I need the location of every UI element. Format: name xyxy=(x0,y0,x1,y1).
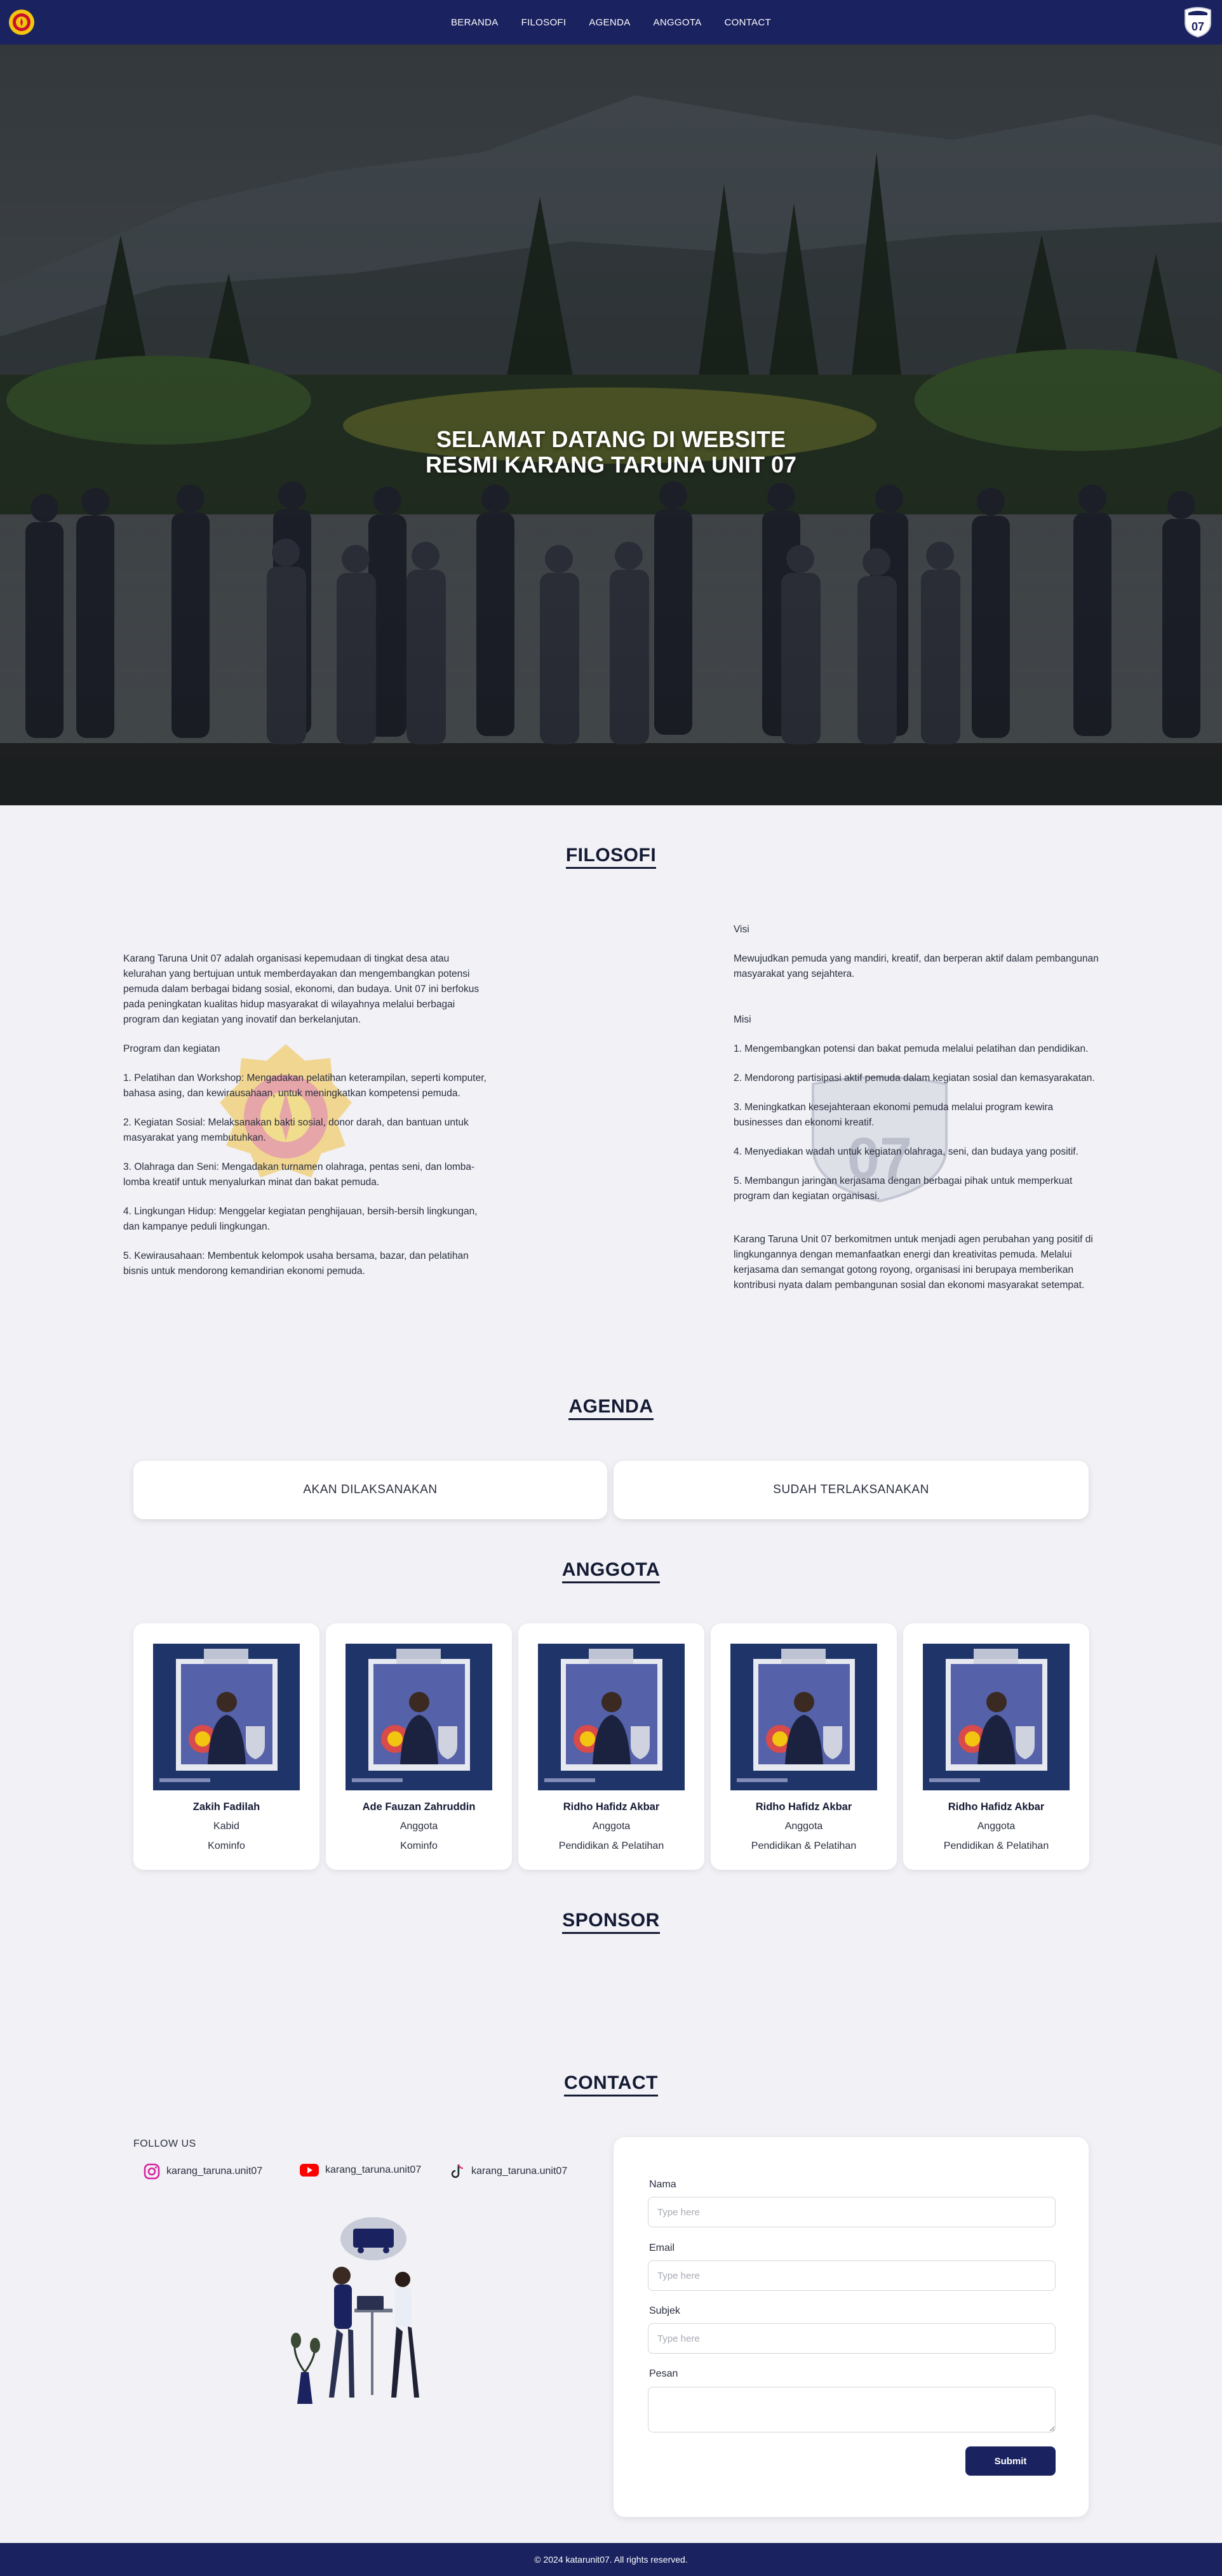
member-name: Ridho Hafidz Akbar xyxy=(948,1801,1045,1813)
sponsor-section-title: SPONSOR xyxy=(0,1910,1222,1934)
social-youtube-link[interactable]: karang_taruna.unit07 xyxy=(300,2163,421,2177)
filosofi-intro: Karang Taruna Unit 07 adalah organisasi … xyxy=(123,953,480,1025)
social-instagram-link[interactable]: karang_taruna.unit07 xyxy=(144,2163,262,2180)
filosofi-about-column: Karang Taruna Unit 07 adalah organisasi … xyxy=(123,951,492,1293)
misi-item: 4. Menyediakan wadah untuk kegiatan olah… xyxy=(734,1146,1078,1157)
member-photo xyxy=(923,1644,1070,1790)
program-heading: Program dan kegiatan xyxy=(123,1043,220,1054)
contact-form: Nama Email Subjek Pesan Submit xyxy=(614,2137,1089,2517)
member-card[interactable]: Ridho Hafidz Akbar Anggota Pendidikan & Pe… xyxy=(711,1623,897,1870)
nav-link-anggota[interactable]: ANGGOTA xyxy=(654,17,702,28)
member-card[interactable]: Zakih Fadilah Kabid Kominfo xyxy=(133,1623,319,1870)
main-nav: BERANDA FILOSOFI AGENDA ANGGOTA CONTACT xyxy=(0,0,1222,44)
nav-link-filosofi[interactable]: FILOSOFI xyxy=(521,17,567,28)
program-item: 4. Lingkungan Hidup: Menggelar kegiatan … xyxy=(123,1206,478,1232)
nav-link-beranda[interactable]: BERANDA xyxy=(451,17,499,28)
filosofi-heading: FILOSOFI xyxy=(565,845,657,869)
sponsor-heading: SPONSOR xyxy=(562,1910,660,1934)
member-role: Kabid xyxy=(213,1821,239,1832)
member-division: Pendidikan & Pelatihan xyxy=(943,1841,1049,1851)
member-photo xyxy=(346,1644,492,1790)
member-photo xyxy=(730,1644,877,1790)
tiktok-icon xyxy=(451,2164,464,2178)
instagram-icon xyxy=(144,2163,160,2180)
agenda-heading: AGENDA xyxy=(568,1396,654,1420)
instagram-handle: karang_taruna.unit07 xyxy=(166,2166,263,2177)
visi-text: Mewujudkan pemuda yang mandiri, kreatif,… xyxy=(734,953,1099,979)
anggota-heading: ANGGOTA xyxy=(561,1559,661,1583)
anggota-section-title: ANGGOTA xyxy=(0,1559,1222,1583)
member-division: Pendidikan & Pelatihan xyxy=(751,1841,857,1851)
hero-title: SELAMAT DATANG DI WEBSITE RESMI KARANG T… xyxy=(425,426,796,478)
agenda-upcoming-tab[interactable]: AKAN DILAKSANAKAN xyxy=(133,1461,607,1519)
email-input[interactable] xyxy=(648,2260,1056,2291)
footer-copyright: © 2024 katarunit07. All rights reserved. xyxy=(534,2554,688,2565)
hero-banner: SELAMAT DATANG DI WEBSITE RESMI KARANG T… xyxy=(0,44,1222,805)
member-role: Anggota xyxy=(977,1821,1016,1832)
misi-item: 5. Membangun jaringan kerjasama dengan b… xyxy=(734,1176,1073,1202)
member-name: Ridho Hafidz Akbar xyxy=(755,1801,852,1813)
misi-item: 2. Mendorong partisipasi aktif pemuda da… xyxy=(734,1073,1095,1083)
filosofi-closing: Karang Taruna Unit 07 berkomitmen untuk … xyxy=(734,1234,1093,1291)
misi-item: 3. Meningkatkan kesejahteraan ekonomi pe… xyxy=(734,1102,1054,1128)
name-input[interactable] xyxy=(648,2197,1056,2227)
hero-group-photo xyxy=(0,44,1222,805)
member-photo xyxy=(538,1644,685,1790)
footer: © 2024 katarunit07. All rights reserved. xyxy=(0,2543,1222,2576)
subject-input[interactable] xyxy=(648,2323,1056,2354)
follow-us-label: FOLLOW US xyxy=(133,2138,196,2149)
program-item: 3. Olahraga dan Seni: Mengadakan turname… xyxy=(123,1162,475,1188)
program-item: 5. Kewirausahaan: Membentuk kelompok usa… xyxy=(123,1251,469,1277)
nav-link-contact[interactable]: CONTACT xyxy=(725,17,771,28)
contact-heading: CONTACT xyxy=(564,2072,658,2096)
member-role: Anggota xyxy=(399,1821,438,1832)
filosofi-section-title: FILOSOFI xyxy=(0,845,1222,869)
member-photo xyxy=(153,1644,300,1790)
youtube-handle: karang_taruna.unit07 xyxy=(325,2164,422,2175)
member-name: Ade Fauzan Zahruddin xyxy=(362,1801,476,1813)
member-card[interactable]: Ridho Hafidz Akbar Anggota Pendidikan & Pe… xyxy=(518,1623,704,1870)
member-name: Zakih Fadilah xyxy=(192,1801,260,1813)
message-textarea[interactable] xyxy=(648,2387,1056,2432)
youtube-icon xyxy=(300,2164,319,2177)
member-division: Kominfo xyxy=(400,1841,438,1851)
program-item: 1. Pelatihan dan Workshop: Mengadakan pe… xyxy=(123,1073,487,1099)
contact-section-title: CONTACT xyxy=(0,2072,1222,2096)
social-tiktok-link[interactable]: karang_taruna.unit07 xyxy=(450,2163,567,2180)
submit-button[interactable]: Submit xyxy=(965,2446,1056,2476)
program-item: 2. Kegiatan Sosial: Melaksanakan bakti s… xyxy=(123,1117,469,1143)
tiktok-handle: karang_taruna.unit07 xyxy=(471,2166,568,2177)
logo-07-text: 07 xyxy=(1192,20,1204,33)
unit07-shield-logo[interactable]: 07 xyxy=(1183,6,1213,38)
filosofi-vision-mission-column: Visi Mewujudkan pemuda yang mandiri, kre… xyxy=(734,922,1102,1307)
member-role: Anggota xyxy=(592,1821,631,1832)
visi-heading: Visi xyxy=(734,924,749,935)
navbar: BERANDA FILOSOFI AGENDA ANGGOTA CONTACT … xyxy=(0,0,1222,44)
misi-item: 1. Mengembangkan potensi dan bakat pemud… xyxy=(734,1043,1089,1054)
misi-heading: Misi xyxy=(734,1014,751,1025)
contact-illustration xyxy=(291,2217,419,2404)
agenda-section-title: AGENDA xyxy=(0,1396,1222,1420)
member-card[interactable]: Ade Fauzan Zahruddin Anggota Kominfo xyxy=(326,1623,512,1870)
member-name: Ridho Hafidz Akbar xyxy=(563,1801,660,1813)
member-card[interactable]: Ridho Hafidz Akbar Anggota Pendidikan & Pe… xyxy=(903,1623,1089,1870)
name-label: Nama xyxy=(649,2179,676,2190)
member-division: Pendidikan & Pelatihan xyxy=(558,1841,664,1851)
nav-link-agenda[interactable]: AGENDA xyxy=(589,17,630,28)
agenda-done-tab[interactable]: SUDAH TERLAKSANAKAN xyxy=(614,1461,1089,1519)
message-label: Pesan xyxy=(649,2368,678,2379)
member-role: Anggota xyxy=(784,1821,823,1832)
member-division: Kominfo xyxy=(208,1841,245,1851)
subject-label: Subjek xyxy=(649,2305,680,2316)
email-label: Email xyxy=(649,2243,675,2253)
